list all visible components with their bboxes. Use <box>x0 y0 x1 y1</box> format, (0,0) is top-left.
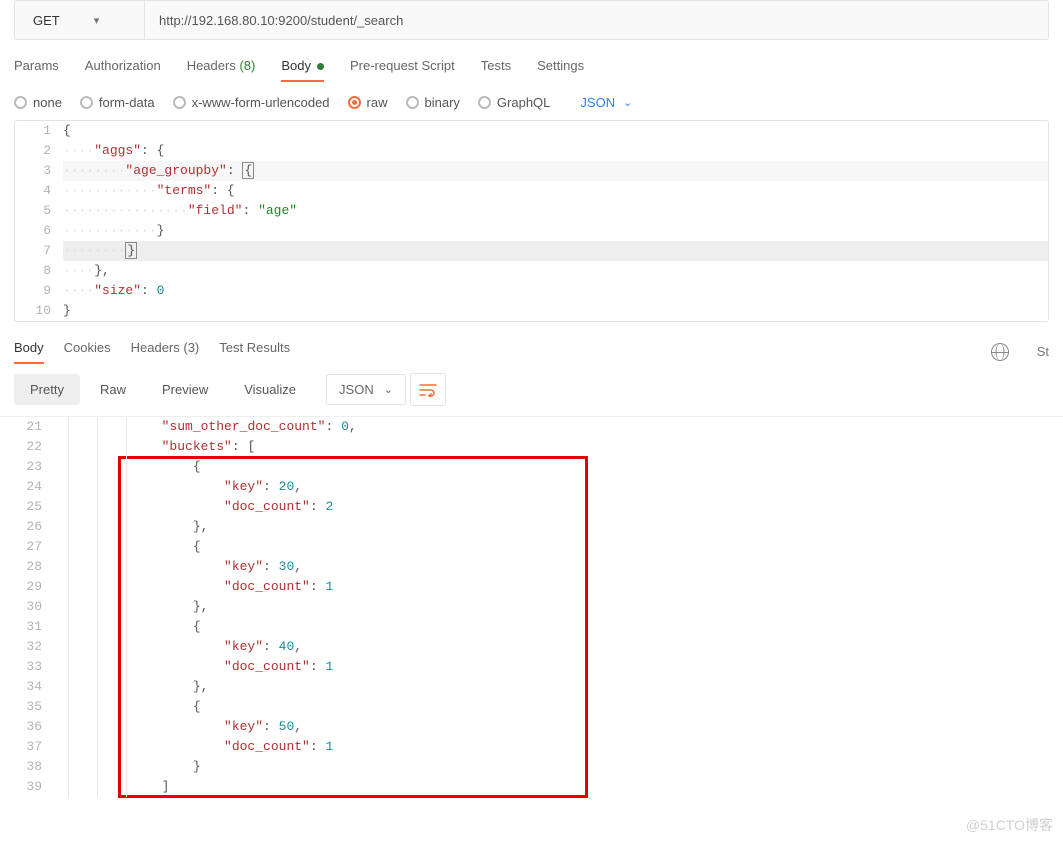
tab-params[interactable]: Params <box>14 58 59 81</box>
response-line: 25 "doc_count": 2 <box>14 497 1063 517</box>
response-line: 34 }, <box>14 677 1063 697</box>
editor-line: 6············} <box>15 221 1048 241</box>
res-tab-body[interactable]: Body <box>14 340 44 363</box>
tab-settings[interactable]: Settings <box>537 58 584 81</box>
editor-line: 1{ <box>15 121 1048 141</box>
response-line: 30 }, <box>14 597 1063 617</box>
editor-line: 7········} <box>15 241 1048 261</box>
response-line: 38 } <box>14 757 1063 777</box>
view-preview[interactable]: Preview <box>146 374 224 405</box>
view-visualize[interactable]: Visualize <box>228 374 312 405</box>
view-raw[interactable]: Raw <box>84 374 142 405</box>
wrap-lines-button[interactable] <box>410 373 446 406</box>
response-body-viewer[interactable]: 21 "sum_other_doc_count": 0,22 "buckets"… <box>0 416 1063 797</box>
radio-xform[interactable]: x-www-form-urlencoded <box>173 95 330 110</box>
url-value: http://192.168.80.10:9200/student/_searc… <box>159 13 403 28</box>
response-line: 39 ] <box>14 777 1063 797</box>
response-line: 31 { <box>14 617 1063 637</box>
response-line: 26 }, <box>14 517 1063 537</box>
chevron-down-icon: ▾ <box>94 14 100 27</box>
response-line: 28 "key": 30, <box>14 557 1063 577</box>
request-body-editor[interactable]: 1{2····"aggs": {3········"age_groupby": … <box>14 120 1049 322</box>
response-line: 24 "key": 20, <box>14 477 1063 497</box>
editor-line: 3········"age_groupby": { <box>15 161 1048 181</box>
editor-line: 8····}, <box>15 261 1048 281</box>
res-tab-headers[interactable]: Headers (3) <box>131 340 200 363</box>
response-line: 27 { <box>14 537 1063 557</box>
tab-prerequest[interactable]: Pre-request Script <box>350 58 455 81</box>
response-line: 35 { <box>14 697 1063 717</box>
request-url-bar: GET ▾ http://192.168.80.10:9200/student/… <box>14 0 1049 40</box>
http-method-value: GET <box>33 13 60 28</box>
response-line: 23 { <box>14 457 1063 477</box>
radio-raw[interactable]: raw <box>348 95 388 110</box>
response-line: 33 "doc_count": 1 <box>14 657 1063 677</box>
view-pretty[interactable]: Pretty <box>14 374 80 405</box>
http-method-select[interactable]: GET ▾ <box>15 1 145 39</box>
response-line: 36 "key": 50, <box>14 717 1063 737</box>
chevron-down-icon: ⌄ <box>384 383 393 396</box>
response-line: 37 "doc_count": 1 <box>14 737 1063 757</box>
editor-line: 5················"field": "age" <box>15 201 1048 221</box>
response-view-modes: Pretty Raw Preview Visualize JSON ⌄ <box>0 363 1063 416</box>
response-line: 21 "sum_other_doc_count": 0, <box>14 417 1063 437</box>
response-line: 22 "buckets": [ <box>14 437 1063 457</box>
url-input[interactable]: http://192.168.80.10:9200/student/_searc… <box>145 1 1048 39</box>
body-type-row: none form-data x-www-form-urlencoded raw… <box>0 81 1063 120</box>
tab-headers[interactable]: Headers (8) <box>187 58 256 81</box>
body-format-select[interactable]: JSON ⌄ <box>580 95 632 110</box>
tab-authorization[interactable]: Authorization <box>85 58 161 81</box>
status-truncated: St <box>1037 344 1049 359</box>
tab-tests[interactable]: Tests <box>481 58 511 81</box>
res-tab-cookies[interactable]: Cookies <box>64 340 111 363</box>
radio-binary[interactable]: binary <box>406 95 460 110</box>
radio-formdata[interactable]: form-data <box>80 95 155 110</box>
radio-none[interactable]: none <box>14 95 62 110</box>
globe-icon[interactable] <box>991 343 1009 361</box>
chevron-down-icon: ⌄ <box>623 96 632 109</box>
response-tabs: Body Cookies Headers (3) Test Results St <box>0 322 1063 363</box>
request-tabs: Params Authorization Headers (8) Body Pr… <box>0 40 1063 81</box>
response-format-select[interactable]: JSON ⌄ <box>326 374 406 405</box>
editor-line: 10} <box>15 301 1048 321</box>
editor-line: 4············"terms": { <box>15 181 1048 201</box>
tab-body[interactable]: Body <box>281 58 324 81</box>
editor-line: 9····"size": 0 <box>15 281 1048 301</box>
res-tab-testresults[interactable]: Test Results <box>219 340 290 363</box>
response-line: 29 "doc_count": 1 <box>14 577 1063 597</box>
response-line: 32 "key": 40, <box>14 637 1063 657</box>
watermark: @51CTO博客 <box>966 815 1053 835</box>
radio-graphql[interactable]: GraphQL <box>478 95 550 110</box>
body-indicator-dot <box>311 58 324 73</box>
editor-line: 2····"aggs": { <box>15 141 1048 161</box>
